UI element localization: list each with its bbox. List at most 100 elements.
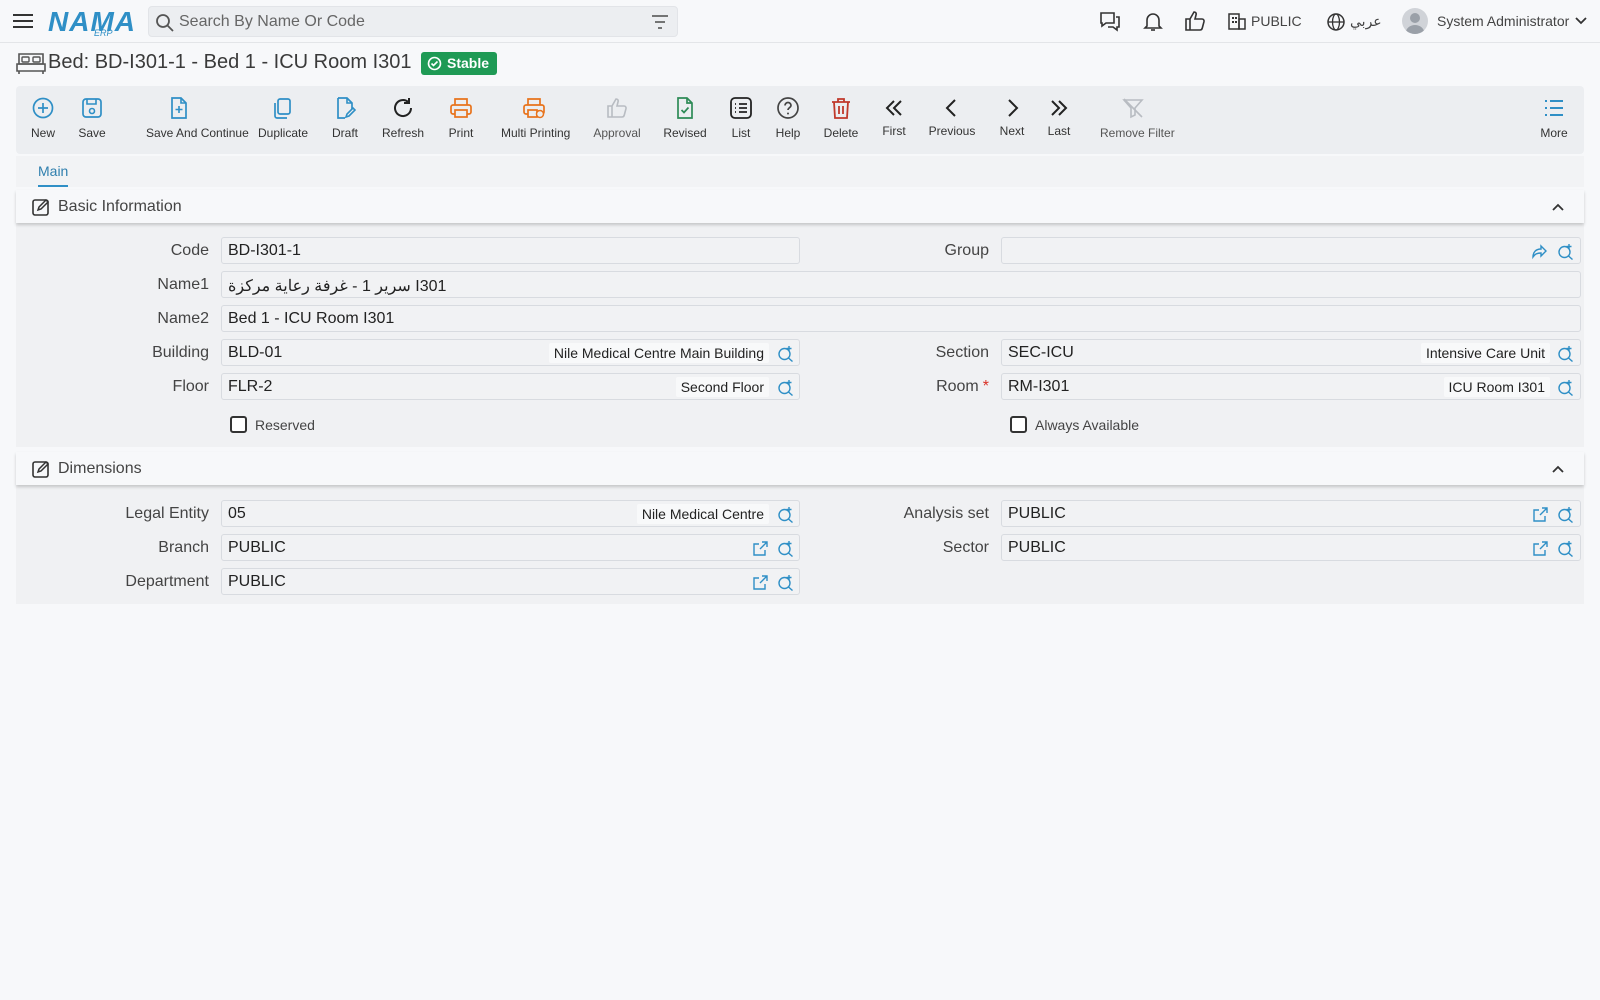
building-description: Nile Medical Centre Main Building [548,343,769,363]
page-header: Bed: BD-I301-1 - Bed 1 - ICU Room I301 S… [16,48,616,78]
code-field[interactable]: BD-I301-1 [221,237,800,264]
print-button[interactable]: Print [448,86,474,154]
search-input[interactable] [179,11,639,33]
new-button[interactable]: New [30,86,56,154]
legal-entity-field[interactable]: 05 Nile Medical Centre [221,500,800,527]
chevron-up-icon[interactable] [1550,199,1566,215]
name1-label: Name1 [157,276,209,293]
branch-field[interactable]: PUBLIC [221,534,800,561]
previous-label: Previous [928,124,976,138]
name1-value: سرير 1 - غرفة رعاية مركزة I301 [228,278,447,295]
floor-field[interactable]: FLR-2 Second Floor [221,373,800,400]
always-available-checkbox[interactable] [1010,416,1027,433]
remove-filter-button[interactable]: Remove Filter [1100,86,1175,154]
tab-bar: Main [16,156,1584,187]
avatar[interactable] [1402,8,1428,34]
external-link-icon[interactable] [1532,506,1549,523]
external-link-icon[interactable] [752,574,769,591]
building-icon[interactable] [1227,11,1247,31]
share-icon[interactable] [1531,243,1548,260]
save-and-continue-button[interactable]: Save And Continue [146,86,249,154]
legal-entity-description: Nile Medical Centre [636,504,769,524]
reserved-checkbox[interactable] [230,416,247,433]
chevron-up-icon[interactable] [1550,461,1566,477]
floor-label: Floor [172,378,209,395]
approval-label: Approval [593,126,641,140]
sector-field[interactable]: PUBLIC [1001,534,1581,561]
user-name[interactable]: System Administrator [1437,13,1569,29]
last-button[interactable]: Last [1046,86,1072,154]
branch-value: PUBLIC [228,539,286,556]
list-button[interactable]: List [728,86,754,154]
name2-field[interactable]: Bed 1 - ICU Room I301 [221,305,1581,332]
department-label: Department [125,573,209,590]
basic-information-header[interactable]: Basic Information [16,190,1584,223]
filter-icon[interactable] [651,14,669,30]
section-description: Intensive Care Unit [1420,343,1550,363]
external-link-icon[interactable] [1532,540,1549,557]
bell-icon[interactable] [1141,9,1165,33]
search-lookup-icon[interactable] [1557,243,1574,260]
search-lookup-icon[interactable] [777,345,794,362]
double-chevron-left-icon [885,100,902,116]
draft-label: Draft [331,126,358,140]
building-value: BLD-01 [228,344,283,361]
more-button[interactable]: More [1540,86,1568,154]
plus-circle-icon [32,97,54,119]
approval-button[interactable]: Approval [593,86,641,154]
file-edit-icon [337,97,357,119]
external-link-icon[interactable] [752,540,769,557]
language-switch[interactable]: عربي [1350,13,1382,30]
delete-button[interactable]: Delete [824,86,858,154]
logo-text: NAMA [48,6,136,37]
dimensions-header[interactable]: Dimensions [16,452,1584,485]
action-toolbar: New Save Save And Continue Duplicate Dra… [16,86,1584,154]
room-field[interactable]: RM-I301 ICU Room I301 [1001,373,1581,400]
save-button[interactable]: Save [78,86,106,154]
sector-label: Sector [942,539,989,556]
edit-icon [32,460,50,478]
search-lookup-icon[interactable] [1557,379,1574,396]
sector-value: PUBLIC [1008,539,1066,556]
group-field[interactable] [1001,237,1581,264]
help-button[interactable]: Help [775,86,801,154]
print-label: Print [448,126,474,140]
name2-value: Bed 1 - ICU Room I301 [228,310,395,327]
tab-main[interactable]: Main [38,163,69,187]
chat-icon[interactable] [1098,9,1122,33]
user-icon [1405,13,1425,34]
department-field[interactable]: PUBLIC [221,568,800,595]
list-icon [730,97,752,119]
file-plus-icon [171,97,187,119]
draft-button[interactable]: Draft [332,86,358,154]
thumbs-up-icon[interactable] [1183,9,1207,33]
search-lookup-icon[interactable] [1557,506,1574,523]
analysis-set-field[interactable]: PUBLIC [1001,500,1581,527]
org-selector[interactable]: PUBLIC [1251,13,1302,29]
search-lookup-icon[interactable] [1557,345,1574,362]
search-lookup-icon[interactable] [777,540,794,557]
multi-printing-button[interactable]: Multi Printing [501,86,570,154]
thumbs-up-icon [607,98,627,118]
check-circle-icon [427,56,442,71]
more-list-icon [1545,100,1563,116]
menu-icon[interactable] [12,10,34,32]
search-lookup-icon[interactable] [1557,540,1574,557]
chevron-down-icon[interactable] [1575,16,1587,26]
name1-field[interactable]: سرير 1 - غرفة رعاية مركزة I301 [221,271,1581,298]
building-field[interactable]: BLD-01 Nile Medical Centre Main Building [221,339,800,366]
first-button[interactable]: First [881,86,907,154]
duplicate-label: Duplicate [257,126,309,140]
search-lookup-icon[interactable] [777,574,794,591]
search-lookup-icon[interactable] [777,506,794,523]
section-field[interactable]: SEC-ICU Intensive Care Unit [1001,339,1581,366]
search-lookup-icon[interactable] [777,379,794,396]
globe-icon[interactable] [1326,12,1346,32]
duplicate-button[interactable]: Duplicate [258,86,308,154]
app-logo[interactable]: NAMA ERP [48,4,135,38]
chevron-right-icon [1008,99,1019,117]
revised-button[interactable]: Revised [663,86,707,154]
refresh-button[interactable]: Refresh [382,86,424,154]
previous-button[interactable]: Previous [929,86,975,154]
next-button[interactable]: Next [999,86,1025,154]
